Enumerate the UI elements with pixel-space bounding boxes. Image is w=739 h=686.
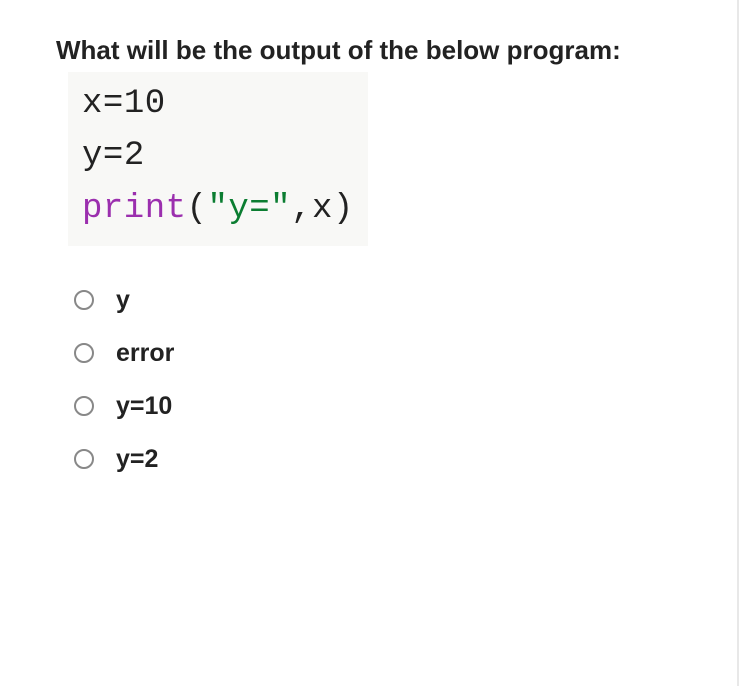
radio-icon[interactable] (74, 396, 94, 416)
radio-icon[interactable] (74, 290, 94, 310)
code-line-3: print("y=",x) (82, 183, 354, 236)
code-string: "y=" (207, 190, 291, 228)
code-line-2: y=2 (82, 130, 354, 183)
code-text: x= (82, 85, 124, 123)
options-list: y error y=10 y=2 (56, 286, 689, 474)
code-rest: ,x) (291, 190, 354, 228)
code-number: 10 (124, 85, 166, 123)
code-fn: print (82, 190, 187, 228)
option-label: y (116, 286, 130, 315)
option-row[interactable]: y=10 (74, 392, 689, 421)
option-row[interactable]: y=2 (74, 445, 689, 474)
option-row[interactable]: y (74, 286, 689, 315)
code-text: y= (82, 137, 124, 175)
question-prompt: What will be the output of the below pro… (56, 32, 689, 70)
option-row[interactable]: error (74, 339, 689, 368)
option-label: error (116, 339, 174, 368)
code-paren: ( (187, 190, 208, 228)
quiz-container: What will be the output of the below pro… (0, 0, 737, 530)
radio-icon[interactable] (74, 449, 94, 469)
code-number: 2 (124, 137, 145, 175)
code-block: x=10 y=2 print("y=",x) (68, 72, 368, 246)
option-label: y=2 (116, 445, 158, 474)
option-label: y=10 (116, 392, 172, 421)
radio-icon[interactable] (74, 343, 94, 363)
code-line-1: x=10 (82, 78, 354, 131)
